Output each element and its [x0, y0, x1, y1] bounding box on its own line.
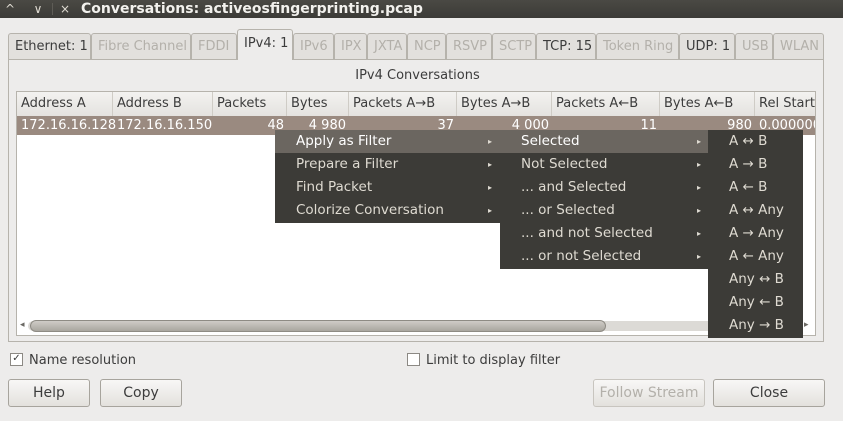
- menu-item-a-from-b[interactable]: A ← B: [708, 176, 803, 199]
- follow-stream-button[interactable]: Follow Stream: [593, 379, 705, 407]
- tab-ipx[interactable]: IPX: [334, 33, 367, 59]
- menu-item-a-to-any[interactable]: A → Any: [708, 222, 803, 245]
- close-button[interactable]: Close: [713, 379, 825, 407]
- scroll-thumb[interactable]: [30, 320, 606, 332]
- menu-item-colorize-conversation[interactable]: Colorize Conversation ▸: [275, 199, 501, 222]
- name-resolution-label: Name resolution: [29, 353, 137, 368]
- col-bytes-b-to-a[interactable]: Bytes A←B: [660, 92, 755, 116]
- menu-item-any-to-b[interactable]: Any → B: [708, 314, 803, 337]
- tab-ethernet[interactable]: Ethernet: 1: [8, 33, 91, 59]
- menu-item-a-both-any[interactable]: A ↔ Any: [708, 199, 803, 222]
- submenu-arrow-icon: ▸: [697, 137, 702, 146]
- menu-item-find-packet[interactable]: Find Packet ▸: [275, 176, 501, 199]
- maximize-icon[interactable]: ^: [2, 1, 18, 17]
- col-packets-a-to-b[interactable]: Packets A→B: [349, 92, 457, 116]
- submenu-arrow-icon: ▸: [488, 137, 493, 146]
- submenu-arrow-icon: ▸: [488, 160, 493, 169]
- tab-usb[interactable]: USB: [735, 33, 773, 59]
- tab-udp[interactable]: UDP: 1: [679, 33, 735, 59]
- col-packets-b-to-a[interactable]: Packets A←B: [552, 92, 660, 116]
- name-resolution-option[interactable]: ✓ Name resolution: [10, 353, 136, 369]
- menu-item-any-from-b[interactable]: Any ← B: [708, 291, 803, 314]
- col-bytes[interactable]: Bytes: [287, 92, 349, 116]
- menu-item-and-not-selected[interactable]: ... and not Selected ▸: [500, 222, 709, 245]
- menu-item-and-selected[interactable]: ... and Selected ▸: [500, 176, 709, 199]
- name-resolution-checkbox[interactable]: ✓: [10, 353, 23, 366]
- filter-submenu: Selected ▸ Not Selected ▸ ... and Selected…: [500, 130, 709, 269]
- submenu-arrow-icon: ▸: [697, 160, 702, 169]
- tab-sctp[interactable]: SCTP: [492, 33, 536, 59]
- tab-ipv4[interactable]: IPv4: 1: [237, 29, 293, 60]
- panel-title: IPv4 Conversations: [355, 68, 480, 83]
- submenu-arrow-icon: ▸: [697, 183, 702, 192]
- menu-item-a-from-any[interactable]: A ← Any: [708, 245, 803, 268]
- col-rel-start[interactable]: Rel Start: [755, 92, 815, 116]
- limit-filter-option[interactable]: Limit to display filter: [407, 353, 560, 369]
- copy-button[interactable]: Copy: [100, 379, 182, 407]
- cell-address-b: 172.16.16.150: [117, 118, 213, 133]
- tab-fddi[interactable]: FDDI: [191, 33, 237, 59]
- tab-rsvp[interactable]: RSVP: [446, 33, 492, 59]
- menu-item-a-both-b[interactable]: A ↔ B: [708, 130, 803, 153]
- close-icon[interactable]: ×: [57, 1, 73, 17]
- tab-wlan[interactable]: WLAN: [773, 33, 824, 59]
- menu-item-or-selected[interactable]: ... or Selected ▸: [500, 199, 709, 222]
- menu-item-not-selected[interactable]: Not Selected ▸: [500, 153, 709, 176]
- title-separator: [52, 3, 53, 15]
- col-address-b[interactable]: Address B: [113, 92, 213, 116]
- limit-filter-checkbox[interactable]: [407, 353, 420, 366]
- tab-token-ring[interactable]: Token Ring: [596, 33, 679, 59]
- tab-jxta[interactable]: JXTA: [367, 33, 407, 59]
- context-menu: Apply as Filter ▸ Prepare a Filter ▸ Find …: [275, 130, 501, 223]
- menu-item-any-both-b[interactable]: Any ↔ B: [708, 268, 803, 291]
- submenu-arrow-icon: ▸: [697, 252, 702, 261]
- limit-filter-label: Limit to display filter: [426, 353, 561, 368]
- minimize-icon[interactable]: ∨: [30, 1, 46, 17]
- tab-fibre-channel[interactable]: Fibre Channel: [91, 33, 191, 59]
- submenu-arrow-icon: ▸: [488, 183, 493, 192]
- direction-submenu: A ↔ B A → B A ← B A ↔ Any A → Any A ← An…: [708, 130, 803, 338]
- scroll-left-icon[interactable]: ◂: [20, 320, 25, 330]
- menu-item-apply-as-filter[interactable]: Apply as Filter ▸: [275, 130, 501, 153]
- menu-item-a-to-b[interactable]: A → B: [708, 153, 803, 176]
- menu-item-selected[interactable]: Selected ▸: [500, 130, 709, 153]
- submenu-arrow-icon: ▸: [488, 206, 493, 215]
- scroll-right-icon[interactable]: ▸: [804, 320, 809, 330]
- col-packets[interactable]: Packets: [213, 92, 287, 116]
- col-address-a[interactable]: Address A: [17, 92, 113, 116]
- tab-ncp[interactable]: NCP: [407, 33, 446, 59]
- title-bar: ^ ∨ × Conversations: activeosfingerprint…: [0, 0, 843, 18]
- tab-ipv6[interactable]: IPv6: [293, 33, 334, 59]
- menu-item-or-not-selected[interactable]: ... or not Selected ▸: [500, 245, 709, 268]
- table-header: Address A Address B Packets Bytes Packet…: [17, 92, 815, 117]
- submenu-arrow-icon: ▸: [697, 206, 702, 215]
- tab-tcp[interactable]: TCP: 15: [536, 33, 596, 59]
- col-bytes-a-to-b[interactable]: Bytes A→B: [457, 92, 552, 116]
- window-title: Conversations: activeosfingerprinting.pc…: [81, 1, 423, 17]
- help-button[interactable]: Help: [8, 379, 90, 407]
- cell-address-a: 172.16.16.128: [21, 118, 117, 133]
- menu-item-prepare-a-filter[interactable]: Prepare a Filter ▸: [275, 153, 501, 176]
- submenu-arrow-icon: ▸: [697, 229, 702, 238]
